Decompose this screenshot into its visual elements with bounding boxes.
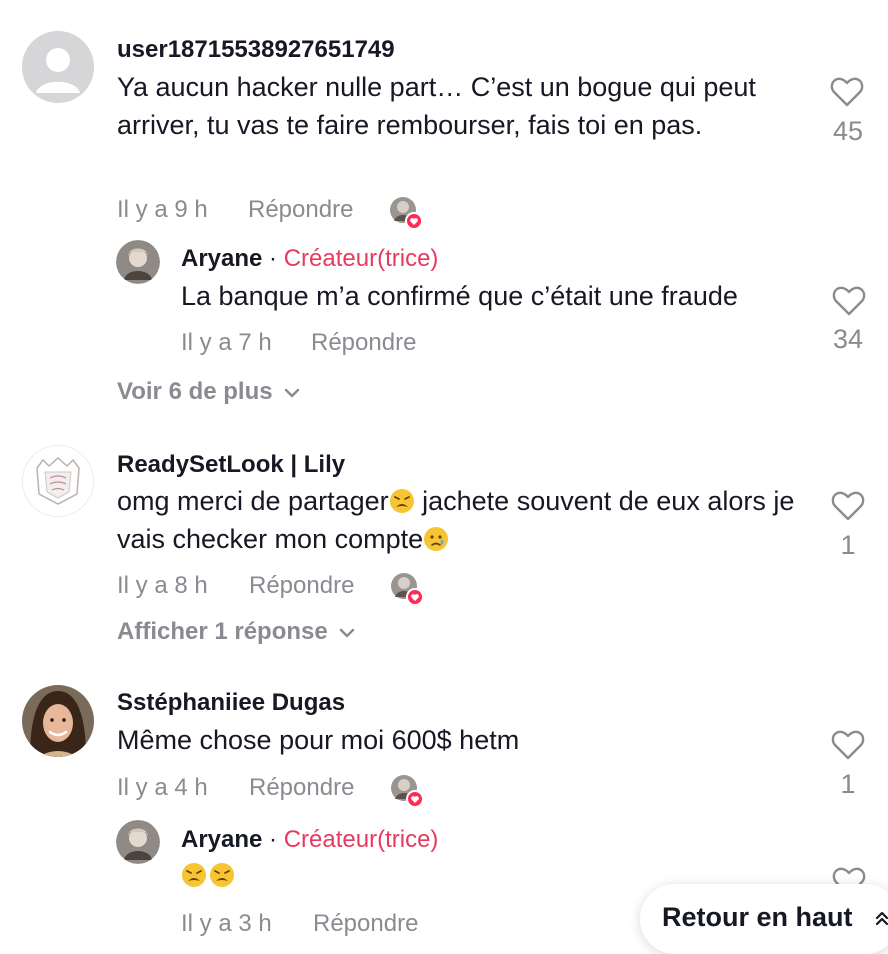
creator-liked-icon	[389, 571, 425, 607]
heart-icon	[831, 730, 865, 760]
back-to-top-label: Retour en haut	[662, 902, 853, 932]
reply-button[interactable]: Répondre	[311, 329, 416, 357]
user-photo-avatar-icon	[22, 685, 94, 757]
avatar[interactable]	[22, 685, 94, 757]
reply-button[interactable]: Répondre	[313, 910, 418, 938]
reply-username-name[interactable]: Aryane	[181, 245, 262, 272]
reply-timestamp: Il y a 3 h	[181, 910, 272, 937]
comment-timestamp: Il y a 9 h	[117, 196, 208, 223]
show-replies-label: Afficher 1 réponse	[117, 618, 328, 645]
comment-timestamp: Il y a 4 h	[117, 774, 208, 801]
crying-face-emoji-icon	[424, 527, 449, 551]
weary-face-emoji-icon	[389, 489, 414, 513]
comment-text-part: omg merci de partager	[117, 486, 389, 516]
like-button[interactable]	[831, 729, 865, 766]
avatar[interactable]	[116, 820, 160, 864]
reply-text: La banque m’a confirmé que c’était une f…	[181, 281, 738, 311]
comment-username[interactable]: Sstéphaniiee Dugas	[117, 689, 345, 717]
avatar[interactable]	[116, 240, 160, 284]
default-avatar-icon	[22, 31, 94, 103]
like-button[interactable]	[831, 490, 865, 527]
back-to-top-button[interactable]: Retour en haut	[640, 884, 888, 954]
username-separator: ·	[269, 826, 278, 853]
creator-badge: Créateur(trice)	[283, 245, 439, 272]
comment-username[interactable]: ReadySetLook | Lily	[117, 451, 345, 479]
heart-icon	[830, 77, 864, 107]
like-button[interactable]	[830, 76, 864, 113]
reply-button[interactable]: Répondre	[249, 572, 354, 600]
weary-face-emoji-icon	[210, 863, 234, 887]
like-count: 1	[840, 769, 856, 799]
like-count: 34	[832, 324, 864, 354]
avatar[interactable]	[22, 445, 94, 517]
avatar[interactable]	[22, 31, 94, 103]
reply-username-name[interactable]: Aryane	[181, 826, 262, 853]
reply-button[interactable]: Répondre	[249, 774, 354, 802]
show-replies-button[interactable]: Afficher 1 réponse	[117, 618, 356, 646]
brand-logo-avatar-icon	[23, 446, 93, 516]
reply-username: Aryane · Créateur(trice)	[181, 245, 438, 273]
reply-username: Aryane · Créateur(trice)	[181, 826, 438, 854]
view-more-label: Voir 6 de plus	[117, 378, 273, 405]
chevron-down-icon	[339, 628, 355, 638]
reply-timestamp: Il y a 7 h	[181, 329, 272, 356]
chevron-down-icon	[284, 388, 300, 398]
comment-text: omg merci de partager jachete souvent de…	[117, 482, 797, 558]
creator-liked-icon	[389, 773, 425, 809]
weary-face-emoji-icon	[182, 863, 206, 887]
like-count: 45	[832, 116, 864, 146]
comment-timestamp: Il y a 8 h	[117, 572, 208, 599]
creator-badge: Créateur(trice)	[283, 826, 439, 853]
reply-text	[181, 862, 235, 889]
double-chevron-up-icon	[875, 911, 888, 926]
comment-text: Même chose pour moi 600$ hetm	[117, 725, 520, 755]
comment-username[interactable]: user18715538927651749	[117, 36, 395, 64]
like-count: 1	[840, 530, 856, 560]
username-separator: ·	[269, 245, 278, 272]
comment-text: Ya aucun hacker nulle part… C’est un bog…	[117, 72, 756, 140]
heart-icon	[832, 286, 866, 316]
like-button[interactable]	[832, 285, 866, 322]
reply-button[interactable]: Répondre	[248, 196, 353, 224]
view-more-replies-button[interactable]: Voir 6 de plus	[117, 378, 301, 406]
creator-liked-icon	[388, 195, 424, 231]
heart-icon	[831, 491, 865, 521]
